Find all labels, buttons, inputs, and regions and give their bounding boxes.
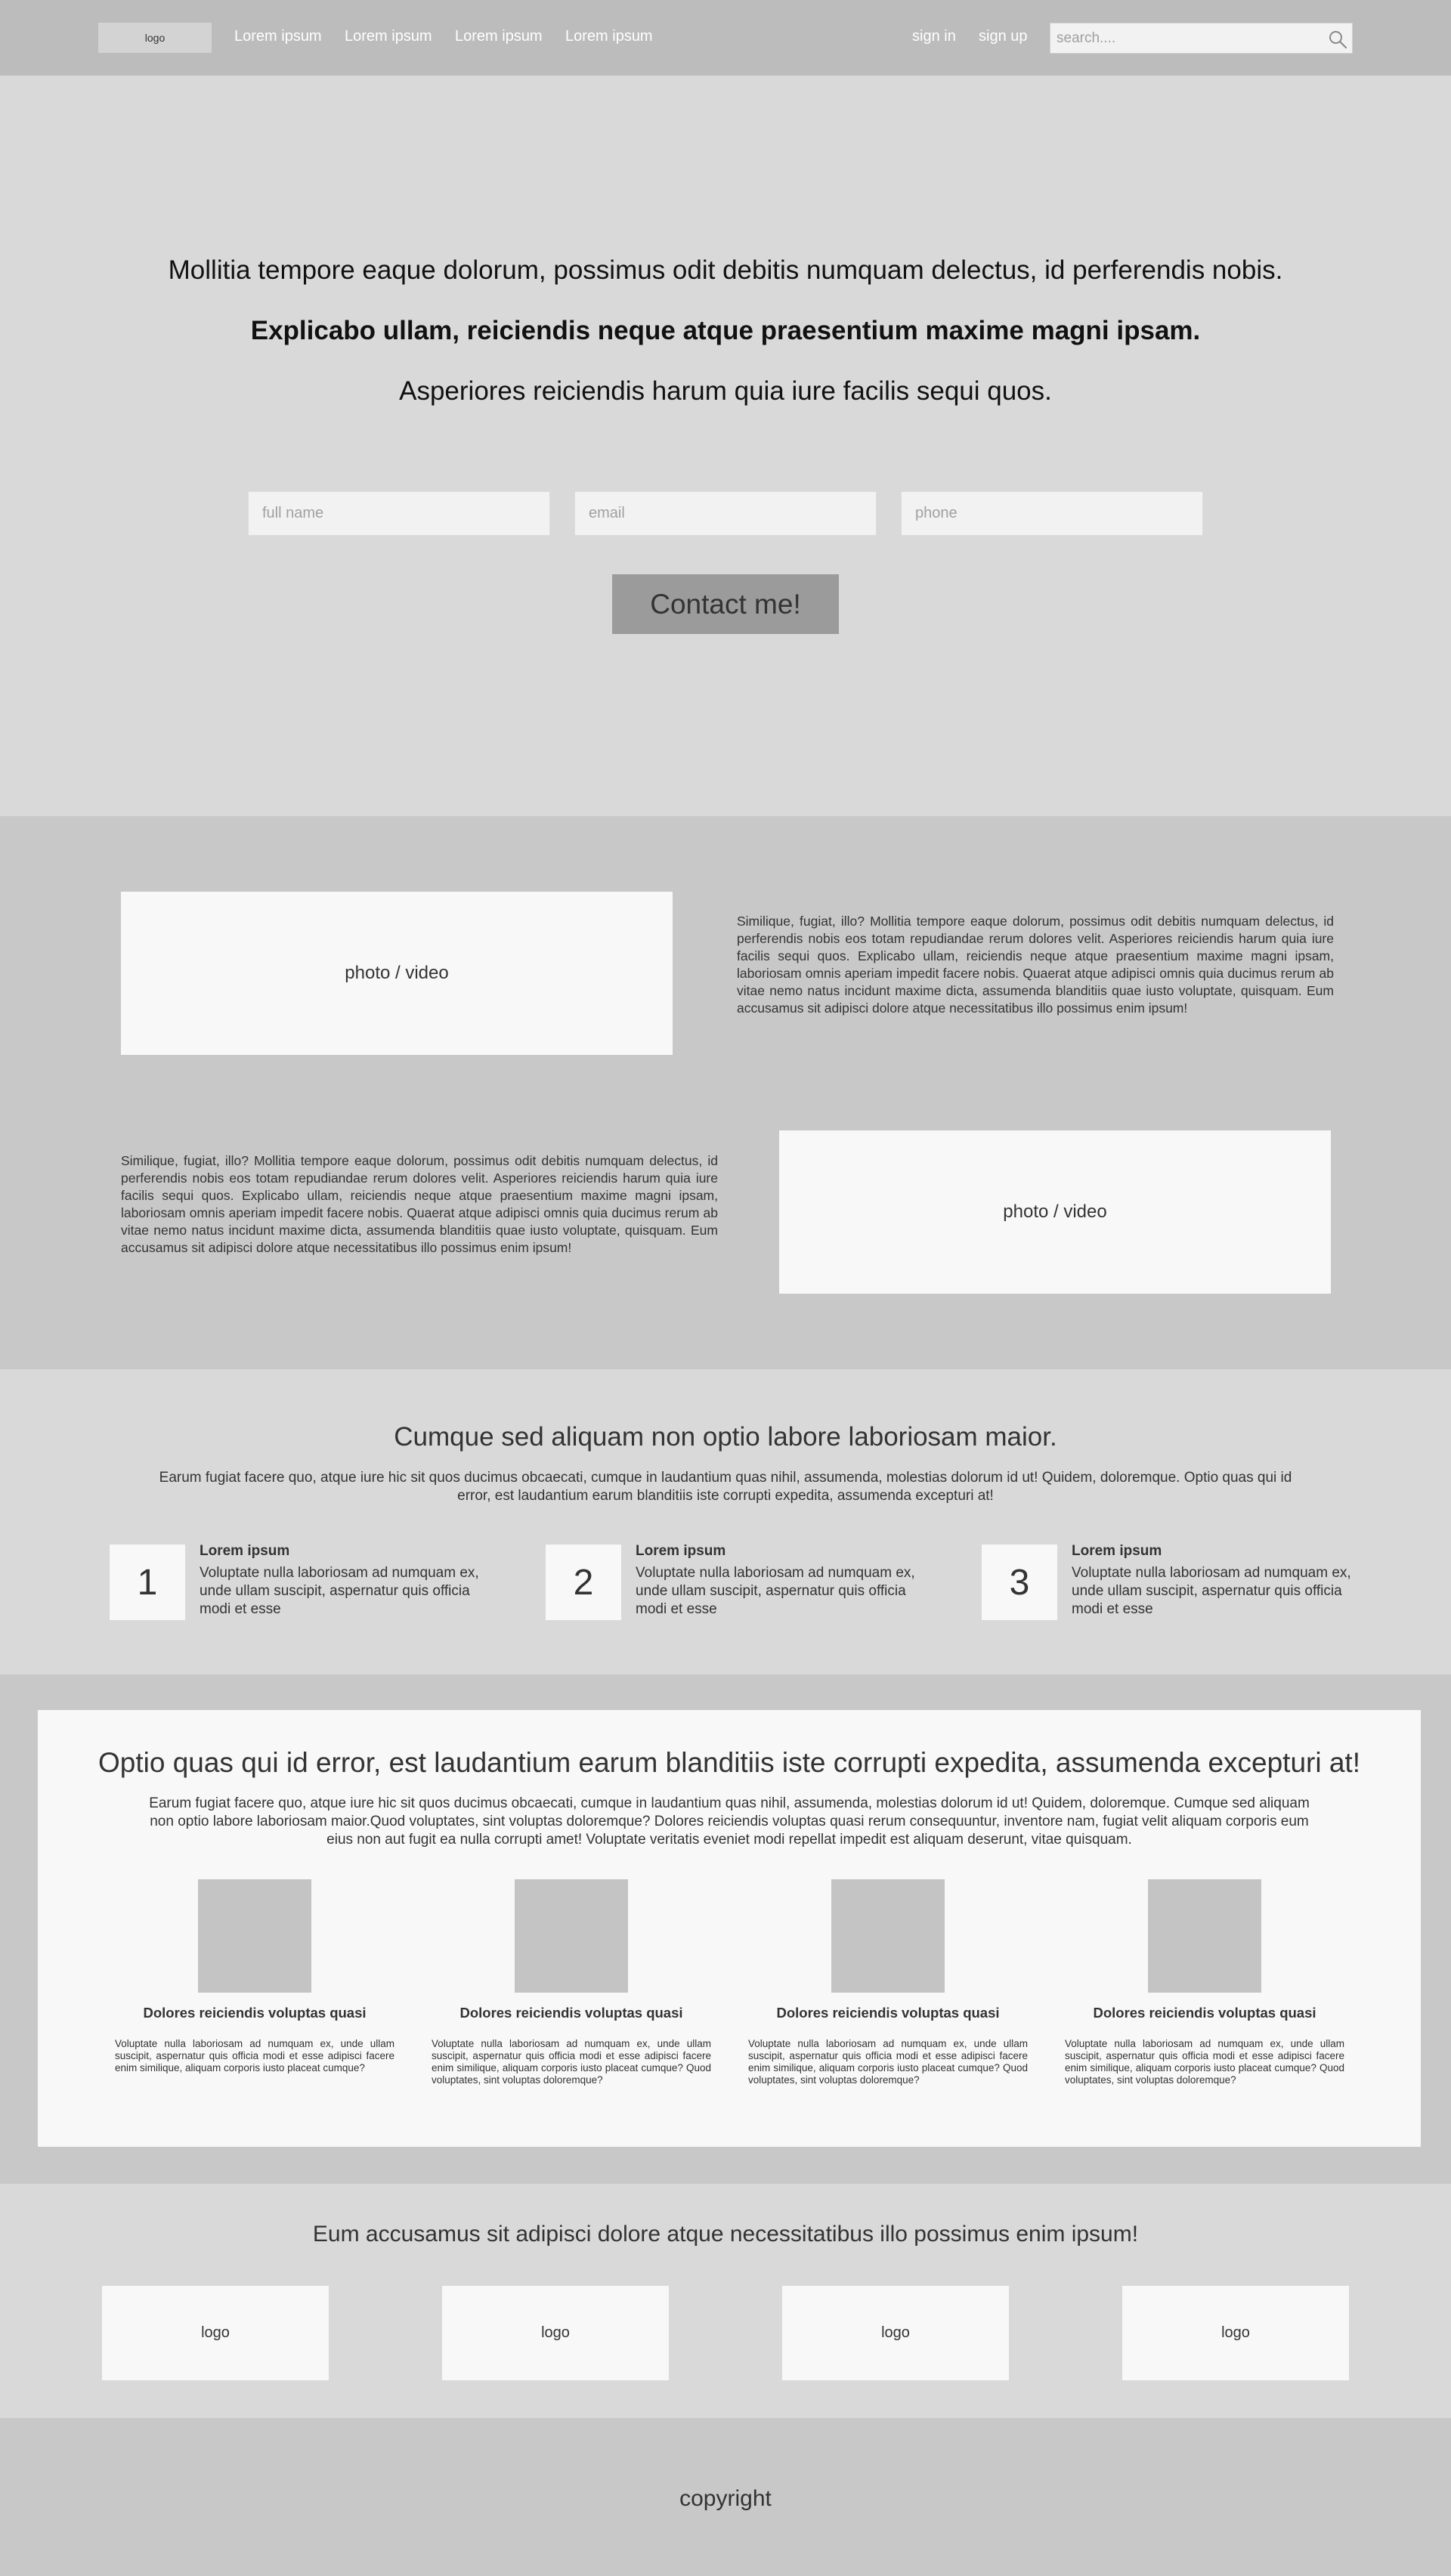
- feature-image-2: [515, 1879, 628, 1993]
- hero-line-2: Explicabo ullam, reiciendis neque atque …: [250, 316, 1201, 345]
- step-number-3: 3: [982, 1545, 1057, 1620]
- nav-item-1[interactable]: Lorem ipsum: [234, 28, 322, 45]
- header: logo Lorem ipsum Lorem ipsum Lorem ipsum…: [0, 0, 1451, 76]
- sign-in-link[interactable]: sign in: [912, 28, 956, 45]
- contact-me-button[interactable]: Contact me!: [612, 574, 839, 634]
- step-text-1: Voluptate nulla laboriosam ad numquam ex…: [200, 1565, 479, 1617]
- photo-video-placeholder-2[interactable]: photo / video: [779, 1130, 1331, 1294]
- partner-logo-2[interactable]: logo: [442, 2286, 669, 2380]
- feature-text-1: Voluptate nulla laboriosam ad numquam ex…: [115, 2038, 394, 2073]
- steps-description: Earum fugiat facere quo, atque iure hic …: [159, 1470, 1292, 1504]
- media-section: photo / video Similique, fugiat, illo? M…: [0, 816, 1451, 1369]
- step-text-3: Voluptate nulla laboriosam ad numquam ex…: [1072, 1565, 1351, 1617]
- search-icon[interactable]: [1328, 29, 1347, 49]
- hero-line-3: Asperiores reiciendis harum quia iure fa…: [399, 376, 1052, 406]
- feature-text-4: Voluptate nulla laboriosam ad numquam ex…: [1065, 2038, 1344, 2086]
- feature-image-1: [198, 1879, 311, 1993]
- full-name-field[interactable]: [248, 491, 550, 536]
- partner-logo-4[interactable]: logo: [1122, 2286, 1349, 2380]
- sign-up-link[interactable]: sign up: [979, 28, 1028, 45]
- features-title: Optio quas qui id error, est laudantium …: [97, 1747, 1360, 1778]
- step-number-2: 2: [546, 1545, 621, 1620]
- feature-title-1: Dolores reiciendis voluptas quasi: [143, 2005, 367, 2021]
- steps-section: Cumque sed aliquam non optio labore labo…: [0, 1369, 1451, 1675]
- search-input[interactable]: [1050, 23, 1323, 53]
- footer: copyright: [0, 2418, 1451, 2576]
- step-number-1: 1: [110, 1545, 185, 1620]
- logos-title: Eum accusamus sit adipisci dolore atque …: [312, 2222, 1139, 2247]
- features-description: Earum fugiat facere quo, atque iure hic …: [149, 1795, 1310, 1848]
- nav-item-4[interactable]: Lorem ipsum: [565, 28, 653, 45]
- nav-item-3[interactable]: Lorem ipsum: [455, 28, 543, 45]
- step-title-2: Lorem ipsum: [636, 1543, 726, 1559]
- email-field[interactable]: [574, 491, 877, 536]
- header-logo[interactable]: logo: [98, 23, 212, 53]
- step-text-2: Voluptate nulla laboriosam ad numquam ex…: [636, 1565, 915, 1617]
- logos-section: Eum accusamus sit adipisci dolore atque …: [0, 2184, 1451, 2418]
- feature-title-2: Dolores reiciendis voluptas quasi: [459, 2005, 683, 2021]
- steps-title: Cumque sed aliquam non optio labore labo…: [394, 1422, 1057, 1452]
- partner-logo-3[interactable]: logo: [782, 2286, 1009, 2380]
- features-section: Optio quas qui id error, est laudantium …: [0, 1675, 1451, 2184]
- photo-video-placeholder-1[interactable]: photo / video: [121, 892, 673, 1055]
- feature-image-4: [1148, 1879, 1261, 1993]
- hero-line-1: Mollitia tempore eaque dolorum, possimus…: [168, 255, 1283, 285]
- nav-item-2[interactable]: Lorem ipsum: [345, 28, 432, 45]
- feature-title-3: Dolores reiciendis voluptas quasi: [776, 2005, 1000, 2021]
- media-text-1: Similique, fugiat, illo? Mollitia tempor…: [737, 914, 1334, 1016]
- features-card: Optio quas qui id error, est laudantium …: [38, 1710, 1421, 2147]
- feature-image-3: [831, 1879, 945, 1993]
- search-box: [1050, 23, 1353, 54]
- partner-logo-1[interactable]: logo: [102, 2286, 329, 2380]
- copyright-text: copyright: [679, 2486, 772, 2511]
- feature-title-4: Dolores reiciendis voluptas quasi: [1093, 2005, 1316, 2021]
- step-title-1: Lorem ipsum: [200, 1543, 290, 1559]
- feature-text-3: Voluptate nulla laboriosam ad numquam ex…: [748, 2038, 1028, 2086]
- feature-text-2: Voluptate nulla laboriosam ad numquam ex…: [432, 2038, 711, 2086]
- media-text-2: Similique, fugiat, illo? Mollitia tempor…: [121, 1153, 718, 1255]
- phone-field[interactable]: [901, 491, 1203, 536]
- step-title-3: Lorem ipsum: [1072, 1543, 1162, 1559]
- hero-section: Mollitia tempore eaque dolorum, possimus…: [0, 76, 1451, 816]
